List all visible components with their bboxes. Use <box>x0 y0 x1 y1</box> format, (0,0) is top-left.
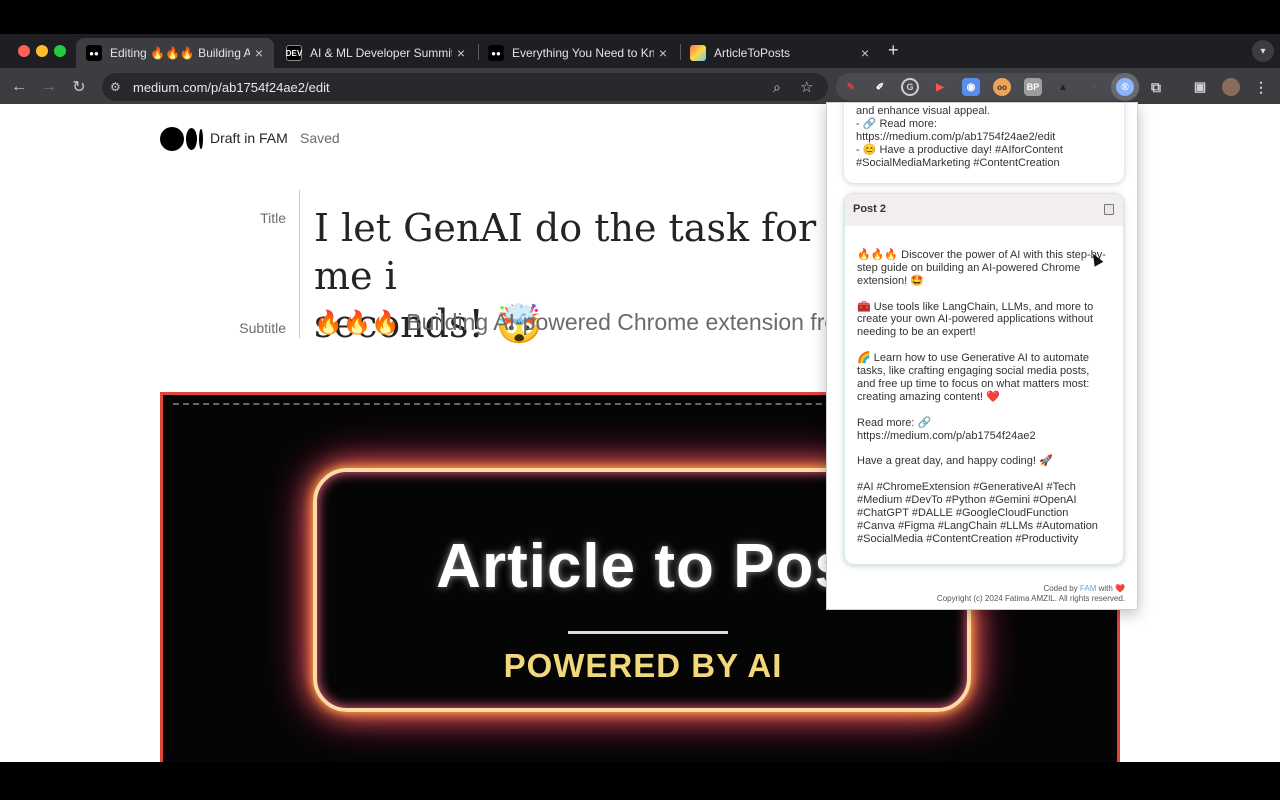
puzzle-icon[interactable]: ⧉ <box>1147 78 1165 96</box>
post-card-2: Post 2 🔥🔥🔥 Discover the power of AI with… <box>844 193 1124 565</box>
zoom-icon[interactable]: ⌕ <box>773 79 781 96</box>
back-button[interactable]: ← <box>8 76 30 98</box>
articletoposts-icon <box>690 45 706 61</box>
reload-button[interactable]: ↻ <box>68 76 90 98</box>
coded-by-line: Coded by FAM with ❤️ <box>827 584 1125 594</box>
site-info-icon[interactable]: ⚙ <box>110 80 121 94</box>
tab-title: AI & ML Developer Summit in <box>310 46 452 60</box>
owl-icon[interactable]: oo <box>993 78 1011 96</box>
record-icon[interactable]: ▶ <box>931 78 949 96</box>
post-card-1: and enhance visual appeal. - 🔗 Read more… <box>844 103 1124 183</box>
screen: ●● Editing 🔥🔥🔥 Building AI-p × DEV AI & … <box>0 0 1280 800</box>
url-text[interactable]: medium.com/p/ab1754f24ae2/edit <box>133 80 330 95</box>
copy-icon[interactable] <box>1104 204 1114 215</box>
close-window-button[interactable] <box>18 45 30 57</box>
dev-icon: DEV <box>286 45 302 61</box>
draft-label: Draft in FAM <box>210 130 288 146</box>
side-panel-icon[interactable]: ▣ <box>1191 78 1209 96</box>
saved-status: Saved <box>300 130 340 146</box>
minimize-window-button[interactable] <box>36 45 48 57</box>
tab-dev-summit[interactable]: DEV AI & ML Developer Summit in × <box>276 38 476 68</box>
new-tab-button[interactable]: + <box>888 40 899 61</box>
tab-title: Everything You Need to Know <box>512 46 654 60</box>
coded-by-text: Coded by <box>1043 584 1080 593</box>
maximize-window-button[interactable] <box>54 45 66 57</box>
hero-subtitle: POWERED BY AI <box>503 647 783 684</box>
post-1-text[interactable]: and enhance visual appeal. - 🔗 Read more… <box>844 103 1124 170</box>
eyedropper-icon[interactable]: ✐ <box>871 78 889 96</box>
medium-logo[interactable] <box>160 127 203 151</box>
bookmark-star-icon[interactable]: ☆ <box>800 78 813 96</box>
articletoposts-popup: and enhance visual appeal. - 🔗 Read more… <box>826 102 1138 610</box>
bp-icon[interactable]: BP <box>1024 78 1042 96</box>
avatar[interactable] <box>1222 78 1240 96</box>
tab-search-button[interactable]: ▾ <box>1252 40 1274 62</box>
hero-divider <box>568 631 728 634</box>
fam-link[interactable]: FAM <box>1080 584 1096 593</box>
bottom-bar <box>0 762 1280 800</box>
close-tab-icon[interactable]: × <box>452 45 470 61</box>
post-2-header: Post 2 <box>845 194 1123 226</box>
lock-icon[interactable]: ▪ <box>1085 78 1103 96</box>
forward-button[interactable]: → <box>38 76 60 98</box>
close-tab-icon[interactable]: × <box>250 45 268 61</box>
grammarly-icon[interactable]: G <box>901 78 919 96</box>
tab-articletoposts[interactable]: ArticleToPosts × <box>680 38 880 68</box>
field-divider <box>299 190 300 338</box>
menu-icon[interactable]: ⋮ <box>1252 78 1270 96</box>
capture-icon[interactable]: ◉ <box>962 78 980 96</box>
close-tab-icon[interactable]: × <box>856 45 874 61</box>
articletoposts-ext-icon[interactable]: ® <box>1116 78 1134 96</box>
tab-title: ArticleToPosts <box>714 46 791 60</box>
title-label: Title <box>260 210 286 226</box>
medium-icon: ●● <box>86 45 102 61</box>
article-subtitle-input[interactable]: 🔥🔥🔥 Building AI-powered Chrome extension… <box>314 309 850 336</box>
red-pen-icon[interactable]: ✎ <box>842 78 860 96</box>
medium-icon: ●● <box>488 45 504 61</box>
copyright-text: Copyright (c) 2024 Fatima AMZIL. All rig… <box>936 594 1125 603</box>
subtitle-label: Subtitle <box>239 320 286 336</box>
close-tab-icon[interactable]: × <box>654 45 672 61</box>
triangle-icon[interactable]: ▲ <box>1054 78 1072 96</box>
with-love-text: with ❤️ <box>1096 584 1125 593</box>
post-2-text[interactable]: 🔥🔥🔥 Discover the power of AI with this s… <box>845 226 1123 546</box>
popup-footer: Coded by FAM with ❤️ Copyright (c) 2024 … <box>827 584 1125 604</box>
tab-title: Editing 🔥🔥🔥 Building AI-p <box>110 46 250 60</box>
tab-everything[interactable]: ●● Everything You Need to Know × <box>478 38 678 68</box>
tab-editing[interactable]: ●● Editing 🔥🔥🔥 Building AI-p × <box>76 38 274 68</box>
post-2-label: Post 2 <box>853 203 887 215</box>
